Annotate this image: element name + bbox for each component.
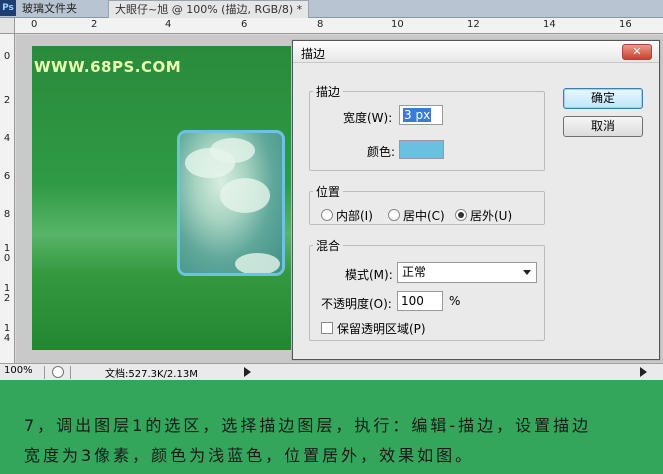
ruler-label: 4: [3, 133, 11, 144]
ruler-label: 8: [317, 19, 324, 30]
status-bar: 100% 文档:527.3K/2.13M: [0, 363, 663, 380]
ruler-label: 1 0: [3, 243, 11, 264]
ruler-label: 4: [165, 19, 172, 30]
stroke-dialog: 描边 ✕ 描边 宽度(W): 3 px 颜色: 位置 内部(I) 居中(C) 居…: [292, 40, 660, 360]
ruler-label: 16: [619, 19, 632, 30]
close-button[interactable]: ✕: [622, 44, 652, 60]
document-size-info: 文档:527.3K/2.13M: [105, 369, 198, 380]
caption-line-2: 宽度为3像素，颜色为浅蓝色，位置居外，效果如图。: [24, 446, 475, 465]
document-tab-bar: Ps 玻璃文件夹 大眼仔~旭 @ 100% (描边, RGB/8) *: [0, 0, 663, 18]
ruler-top[interactable]: 0 2 4 6 8 10 12 14 16: [15, 18, 663, 34]
ok-button[interactable]: 确定: [563, 88, 643, 109]
photoshop-icon: Ps: [0, 0, 16, 16]
color-swatch[interactable]: [399, 140, 444, 159]
position-group-legend: 位置: [316, 185, 341, 199]
tab-active-document[interactable]: 大眼仔~旭 @ 100% (描边, RGB/8) *: [108, 0, 310, 18]
ruler-label: 6: [3, 171, 11, 182]
ruler-label: 6: [241, 19, 248, 30]
radio-outside[interactable]: [455, 209, 467, 221]
blend-group-legend: 混合: [316, 239, 341, 253]
ruler-label: 1 2: [3, 283, 11, 304]
ruler-label: 0: [3, 51, 11, 62]
watermark-text: WWW.68PS.COM: [34, 58, 182, 76]
chevron-down-icon: [523, 270, 531, 275]
caption-line-1: 7，调出图层1的选区，选择描边图层，执行：编辑-描边，设置描边: [24, 416, 592, 435]
ruler-label: 12: [467, 19, 480, 30]
cloud-shape: [220, 178, 270, 213]
status-menu-arrow-icon[interactable]: [244, 367, 251, 377]
divider: [70, 366, 71, 379]
radio-center-label[interactable]: 居中(C): [403, 207, 445, 224]
zoom-level[interactable]: 100%: [4, 365, 33, 376]
ruler-label: 14: [543, 19, 556, 30]
ruler-label: 0: [31, 19, 38, 30]
ruler-corner[interactable]: [0, 18, 15, 34]
radio-outside-label[interactable]: 居外(U): [470, 207, 512, 224]
opacity-unit: %: [449, 294, 461, 308]
cloud-shape: [235, 253, 280, 273]
radio-inside[interactable]: [321, 209, 333, 221]
opacity-value: 100: [401, 294, 424, 308]
dialog-title: 描边: [301, 47, 326, 61]
ruler-label: 10: [391, 19, 404, 30]
layer-1-photo[interactable]: [177, 130, 285, 276]
color-label: 颜色:: [367, 145, 396, 159]
cloud-shape: [210, 138, 255, 163]
preserve-transparency-checkbox[interactable]: [321, 322, 333, 334]
ruler-label: 8: [3, 209, 11, 220]
scroll-right-arrow-icon[interactable]: [640, 367, 647, 377]
tab-glass-folder[interactable]: 玻璃文件夹: [22, 1, 77, 18]
status-icon[interactable]: [52, 366, 64, 378]
ruler-label: 1 4: [3, 323, 11, 344]
radio-center[interactable]: [388, 209, 400, 221]
ruler-label: 2: [3, 95, 11, 106]
blend-mode-select[interactable]: 正常: [397, 262, 537, 283]
opacity-label: 不透明度(O):: [321, 297, 392, 311]
width-label: 宽度(W):: [343, 111, 393, 125]
cancel-button[interactable]: 取消: [563, 116, 643, 137]
stroke-group-legend: 描边: [316, 85, 341, 99]
blend-mode-value: 正常: [402, 265, 427, 279]
mode-label: 模式(M):: [345, 268, 393, 282]
ruler-label: 2: [91, 19, 98, 30]
radio-inside-label[interactable]: 内部(I): [336, 207, 373, 224]
ruler-left[interactable]: 0 2 4 6 8 1 0 1 2 1 4: [0, 34, 15, 364]
opacity-input[interactable]: 100: [397, 291, 443, 311]
divider: [44, 366, 45, 379]
width-input[interactable]: 3 px: [399, 105, 443, 125]
dialog-titlebar[interactable]: 描边 ✕: [293, 41, 659, 63]
width-value: 3 px: [403, 108, 432, 122]
tutorial-caption: 7，调出图层1的选区，选择描边图层，执行：编辑-描边，设置描边 宽度为3像素，颜…: [0, 380, 663, 474]
preserve-transparency-label[interactable]: 保留透明区域(P): [337, 320, 426, 337]
